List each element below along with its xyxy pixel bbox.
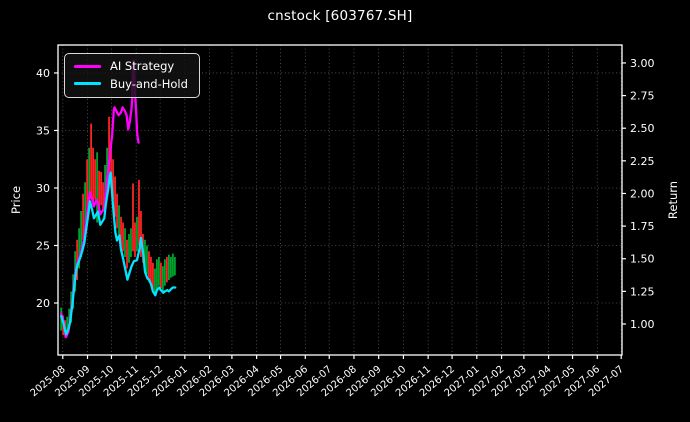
legend-item-label: AI Strategy	[110, 59, 175, 73]
chart-figure: 20 25 30 35 40 1.00 1.25 1.50 1.75 2.00 2.25 2.50 2.…	[0, 0, 690, 422]
price-tick-label: 35	[36, 124, 50, 137]
buy-and-hold-line-swatch-icon	[74, 82, 101, 86]
legend-item-label: Buy-and-Hold	[110, 76, 188, 91]
return-tick-label: 1.50	[630, 253, 655, 266]
ai-strategy-line-swatch-icon	[74, 64, 101, 68]
price-tick-label: 20	[36, 297, 50, 310]
legend-item-ai-strategy: AI Strategy	[74, 60, 188, 73]
return-tick-label: 1.75	[630, 220, 655, 233]
return-tick-label: 2.75	[630, 90, 655, 103]
legend-item-buy-and-hold: Buy-and-Hold	[74, 76, 188, 91]
chart-title: cnstock [603767.SH]	[267, 8, 413, 24]
return-axis-label: Return	[666, 180, 680, 220]
price-axis-label: Price	[9, 185, 23, 215]
return-tick-label: 2.25	[630, 155, 655, 168]
return-tick-label: 3.00	[630, 57, 655, 70]
return-tick-label: 2.50	[630, 122, 655, 135]
price-tick-label: 40	[36, 67, 50, 80]
return-tick-label: 1.00	[630, 318, 655, 331]
legend: AI Strategy Buy-and-Hold	[64, 53, 200, 99]
price-tick-label: 25	[36, 239, 50, 252]
return-tick-label: 2.00	[630, 187, 655, 200]
return-tick-label: 1.25	[630, 285, 655, 298]
price-tick-label: 30	[36, 182, 50, 195]
